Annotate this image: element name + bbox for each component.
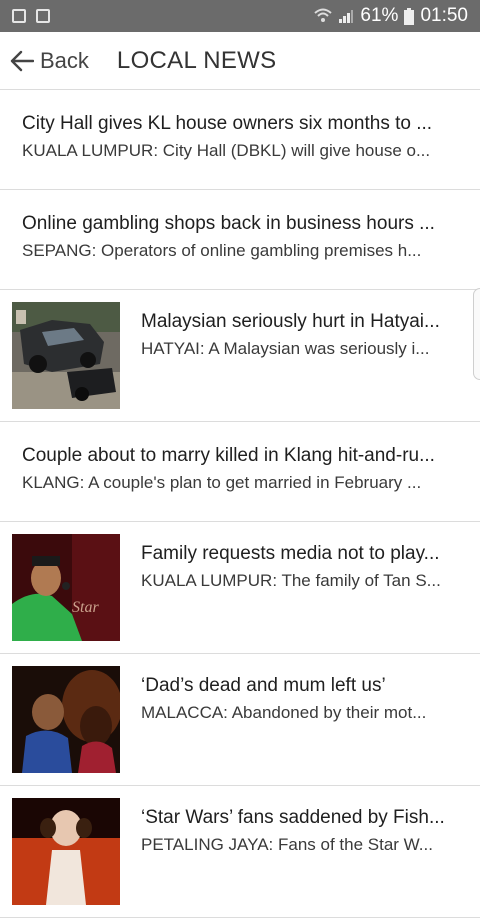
- news-summary: PETALING JAYA: Fans of the Star W...: [141, 835, 433, 854]
- page-title: LOCAL NEWS: [116, 46, 277, 74]
- battery-icon: [404, 7, 415, 25]
- news-summary: SEPANG: Operators of online gambling pre…: [22, 241, 422, 260]
- news-text: Malaysian seriously hurt in Hatyai... HA…: [141, 302, 458, 361]
- news-headline: Family requests media not to play...: [141, 543, 440, 564]
- app-notification-icon: [36, 9, 50, 23]
- star-wars-thumbnail: [12, 798, 120, 905]
- news-headline: ‘Star Wars’ fans saddened by Fish...: [141, 807, 445, 828]
- status-bar: 61% 01:50: [0, 0, 480, 32]
- news-text: ‘Star Wars’ fans saddened by Fish... PET…: [141, 798, 458, 857]
- back-arrow-icon: [10, 50, 34, 71]
- clock: 01:50: [420, 5, 468, 26]
- car-wreck-thumbnail: [12, 302, 120, 409]
- news-headline: Online gambling shops back in business h…: [22, 213, 435, 234]
- news-text: ‘Dad’s dead and mum left us’ MALACCA: Ab…: [141, 666, 458, 725]
- news-summary: KLANG: A couple's plan to get married in…: [22, 473, 422, 492]
- news-text: City Hall gives KL house owners six mont…: [22, 112, 458, 163]
- news-summary: KUALA LUMPUR: City Hall (DBKL) will give…: [22, 141, 431, 160]
- app-bar: Back LOCAL NEWS: [0, 32, 480, 90]
- news-text: Family requests media not to play... KUA…: [141, 534, 458, 593]
- battery-percentage: 61%: [360, 5, 399, 26]
- news-summary: KUALA LUMPUR: The family of Tan S...: [141, 571, 441, 590]
- news-text: Online gambling shops back in business h…: [22, 212, 458, 263]
- news-item[interactable]: Online gambling shops back in business h…: [0, 190, 480, 290]
- back-label: Back: [40, 47, 89, 73]
- news-headline: Couple about to marry killed in Klang hi…: [22, 445, 435, 466]
- gallery-notification-icon: [12, 9, 26, 23]
- news-item[interactable]: Malaysian seriously hurt in Hatyai... HA…: [0, 290, 480, 422]
- news-headline: Malaysian seriously hurt in Hatyai...: [141, 311, 440, 332]
- edge-panel-handle[interactable]: [473, 288, 480, 380]
- news-headline: City Hall gives KL house owners six mont…: [22, 113, 433, 134]
- back-button[interactable]: Back: [10, 48, 89, 74]
- news-item[interactable]: ‘Star Wars’ fans saddened by Fish... PET…: [0, 786, 480, 918]
- status-right: 61% 01:50: [314, 5, 468, 27]
- news-headline: ‘Dad’s dead and mum left us’: [141, 675, 386, 696]
- news-text: Couple about to marry killed in Klang hi…: [22, 444, 458, 495]
- news-item[interactable]: ‘Dad’s dead and mum left us’ MALACCA: Ab…: [0, 654, 480, 786]
- children-thumbnail: [12, 666, 120, 773]
- news-summary: HATYAI: A Malaysian was seriously i...: [141, 339, 430, 358]
- news-list: City Hall gives KL house owners six mont…: [0, 90, 480, 918]
- signal-icon: [339, 10, 354, 23]
- news-item[interactable]: Star Family requests media not to play..…: [0, 522, 480, 654]
- star-watermark: Star: [72, 599, 99, 616]
- notification-icons: [12, 9, 50, 23]
- singer-thumbnail: Star: [12, 534, 120, 641]
- wifi-icon: [314, 8, 333, 22]
- news-summary: MALACCA: Abandoned by their mot...: [141, 703, 427, 722]
- news-item[interactable]: City Hall gives KL house owners six mont…: [0, 90, 480, 190]
- news-item[interactable]: Couple about to marry killed in Klang hi…: [0, 422, 480, 522]
